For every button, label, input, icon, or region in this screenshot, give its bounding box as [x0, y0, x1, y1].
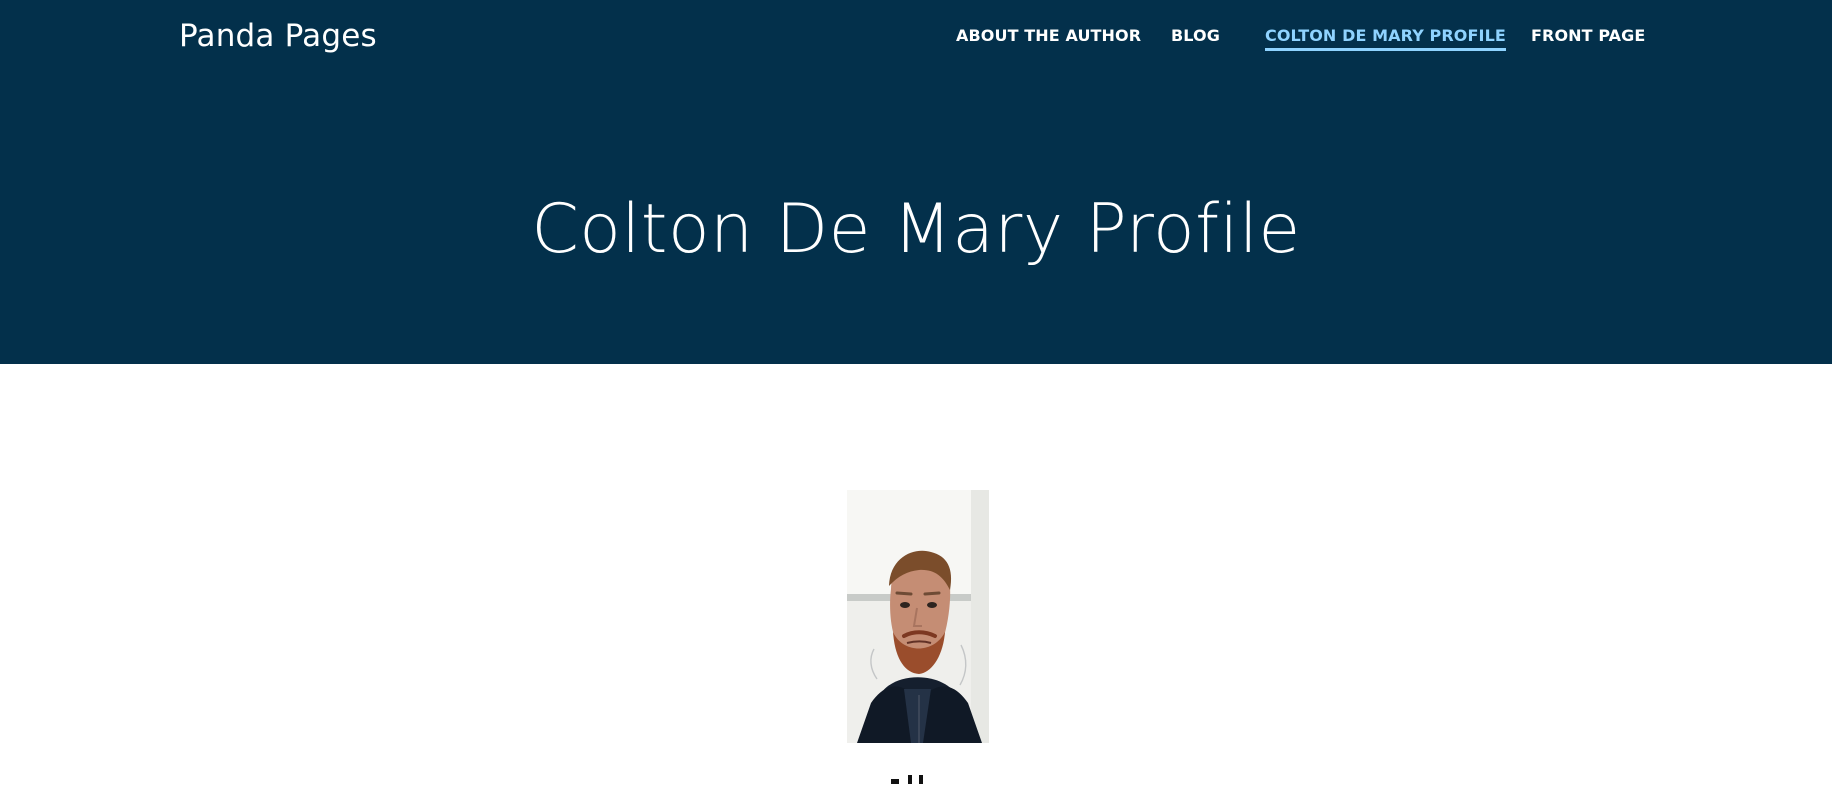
- nav-item-front-page[interactable]: FRONT PAGE: [1531, 26, 1645, 45]
- main-navigation: ABOUT THE AUTHOR BLOG COLTON DE MARY PRO…: [0, 26, 1832, 56]
- site-header: Panda Pages ABOUT THE AUTHOR BLOG COLTON…: [0, 0, 1832, 364]
- profile-photo: [847, 490, 989, 743]
- page-content: [0, 364, 1832, 785]
- nav-item-about-the-author[interactable]: ABOUT THE AUTHOR: [956, 26, 1141, 45]
- page-title: Colton De Mary Profile: [531, 190, 1301, 269]
- nav-item-colton-de-mary-profile[interactable]: COLTON DE MARY PROFILE: [1265, 26, 1506, 51]
- active-nav-underline: [1265, 48, 1506, 51]
- nav-item-label: COLTON DE MARY PROFILE: [1265, 26, 1506, 45]
- nav-item-blog[interactable]: BLOG: [1171, 26, 1220, 45]
- partial-profile-text: [885, 771, 945, 785]
